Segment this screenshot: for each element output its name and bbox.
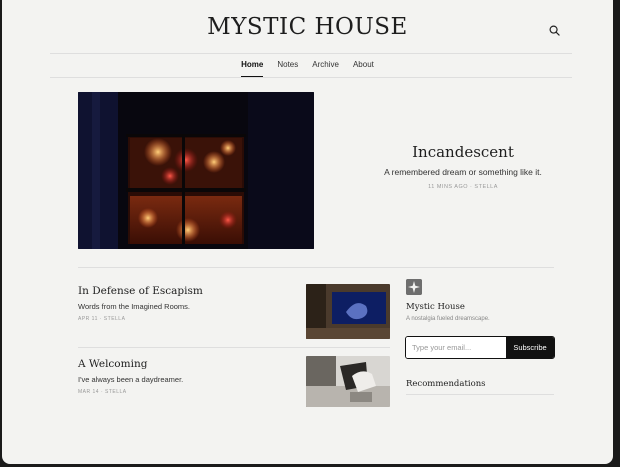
search-icon <box>549 25 560 36</box>
sparkle-icon <box>406 279 422 295</box>
search-button[interactable] <box>546 22 562 38</box>
post-thumbnail[interactable] <box>306 356 390 407</box>
hero-image-art <box>78 92 314 249</box>
nav-item-archive[interactable]: Archive <box>312 60 339 77</box>
nav-item-home[interactable]: Home <box>241 60 264 77</box>
nav-item-about[interactable]: About <box>353 60 374 77</box>
hero-divider <box>78 267 554 268</box>
sidebar-site-name: Mystic House <box>406 302 465 312</box>
hero-title[interactable]: Incandescent <box>332 143 594 161</box>
sidebar-description: A nostalgia fueled dreamscape. <box>406 316 490 322</box>
post-divider <box>78 347 390 348</box>
hero-image[interactable] <box>78 92 314 249</box>
browser-page: MYSTIC HOUSE Home Notes Archive About In… <box>2 0 613 464</box>
post-thumbnail[interactable] <box>306 284 390 339</box>
main-nav: Home Notes Archive About <box>2 60 613 77</box>
recommendations-heading: Recommendations <box>406 379 486 389</box>
nav-divider <box>50 77 572 78</box>
hero-meta: 11 MINS AGO · STELLA <box>428 184 498 190</box>
nav-item-notes[interactable]: Notes <box>277 60 298 77</box>
post-thumbnail-art <box>306 356 390 407</box>
site-logo[interactable]: MYSTIC HOUSE <box>2 14 613 40</box>
post-thumbnail-art <box>306 284 390 339</box>
site-icon <box>406 279 422 295</box>
header-divider <box>50 53 572 54</box>
recommendations-divider <box>406 394 554 395</box>
email-input[interactable] <box>406 337 506 358</box>
subscribe-form: Subscribe <box>405 336 555 359</box>
hero-subtitle: A remembered dream or something like it. <box>384 167 542 177</box>
subscribe-button[interactable]: Subscribe <box>506 337 554 358</box>
